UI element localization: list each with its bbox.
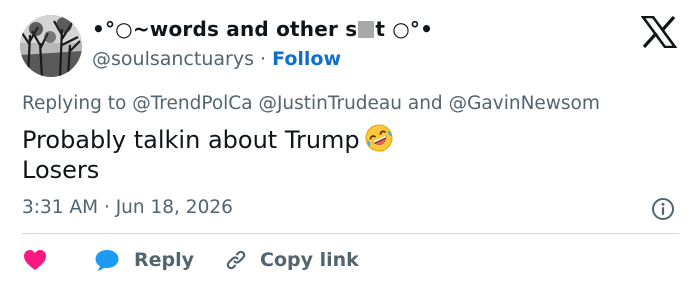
reply-button[interactable]: Reply — [94, 248, 194, 272]
copy-link-label: Copy link — [260, 249, 359, 271]
mention-link[interactable]: @TrendPolCa — [132, 93, 252, 114]
x-logo-icon[interactable] — [641, 16, 677, 48]
action-bar: Reply Copy link — [22, 246, 359, 274]
tweet-line-1: Probably talkin about Trump — [22, 126, 360, 154]
author-handle[interactable]: @soulsanctuarys — [92, 48, 254, 70]
author-name-suffix: t ○°• — [375, 17, 434, 41]
censor-block — [358, 21, 375, 38]
like-button[interactable] — [22, 248, 48, 272]
mention-link[interactable]: @JustinTrudeau — [258, 93, 402, 114]
author-handle-row: @soulsanctuarys · Follow — [92, 48, 341, 70]
author-name[interactable]: •°○~words and other s t ○°• — [92, 17, 433, 41]
copy-link-button[interactable]: Copy link — [224, 248, 359, 272]
reply-context-conjunction: and — [407, 93, 443, 114]
follow-button[interactable]: Follow — [272, 48, 341, 70]
mention-link[interactable]: @GavinNewsom — [449, 93, 600, 114]
avatar[interactable] — [20, 15, 82, 77]
reply-context: Replying to @TrendPolCa @JustinTrudeau a… — [22, 93, 600, 114]
divider — [22, 233, 679, 234]
handle-separator: · — [260, 48, 267, 70]
tweet-text: Probably talkin about Trump Losers — [22, 123, 394, 185]
link-icon — [226, 250, 246, 270]
rolling-on-floor-laughing-emoji — [365, 124, 393, 152]
tweet-time: 3:31 AM — [22, 197, 99, 218]
reply-context-label: Replying to — [22, 93, 127, 114]
info-icon[interactable] — [651, 197, 675, 221]
tweet-line: Probably talkin about Trump — [22, 123, 394, 155]
author-name-prefix: •°○~words and other s — [92, 17, 358, 41]
avatar-image — [20, 15, 82, 77]
timestamp[interactable]: 3:31 AM · Jun 18, 2026 — [22, 197, 233, 218]
tweet-line-2: Losers — [22, 156, 100, 184]
timestamp-separator: · — [103, 197, 110, 218]
heart-icon — [24, 250, 46, 270]
tweet-date: Jun 18, 2026 — [115, 197, 233, 218]
speech-bubble-icon — [95, 250, 119, 271]
reply-button-label: Reply — [134, 249, 195, 271]
